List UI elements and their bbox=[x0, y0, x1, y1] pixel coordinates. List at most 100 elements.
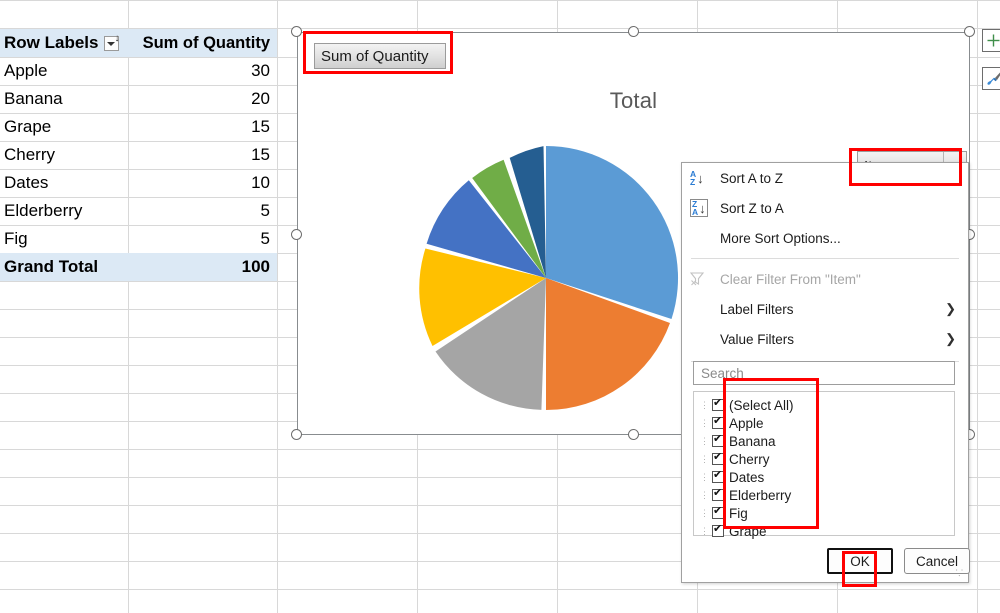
pivot-row-label: Grape bbox=[4, 117, 52, 136]
table-row[interactable]: Grape 15 bbox=[0, 113, 277, 141]
tree-dot-icon: ⋮ bbox=[700, 471, 709, 482]
plus-icon bbox=[987, 34, 1000, 47]
chart-field-button-sum-of-quantity[interactable]: Sum of Quantity bbox=[314, 43, 446, 69]
pivot-row-value: 30 bbox=[251, 61, 270, 80]
tree-dot-icon: ⋮ bbox=[700, 453, 709, 464]
list-item[interactable]: ⋮ Apple bbox=[700, 414, 954, 432]
checkbox[interactable] bbox=[712, 523, 724, 537]
pivot-row-label: Cherry bbox=[4, 145, 56, 164]
tree-dot-icon: ⋮ bbox=[700, 435, 709, 446]
checkbox[interactable] bbox=[712, 433, 724, 447]
table-row[interactable]: Dates 10 bbox=[0, 169, 277, 197]
resize-grip-icon[interactable]: ⸪ bbox=[956, 566, 964, 579]
menu-item-clear-filter: Clear Filter From "Item" bbox=[682, 264, 968, 294]
checkbox[interactable] bbox=[712, 487, 724, 501]
chart-handle-top-center[interactable] bbox=[628, 26, 639, 37]
pivot-table: Row Labels Sum of Quantity Apple 30 Bana… bbox=[0, 29, 277, 281]
pivot-row-label: Banana bbox=[4, 89, 63, 108]
list-item-label: Banana bbox=[729, 433, 776, 449]
pivot-header-value[interactable]: Sum of Quantity bbox=[128, 34, 277, 53]
chart-handle-bottom-left[interactable] bbox=[291, 429, 302, 440]
menu-item-value-filters[interactable]: Value Filters ❯ bbox=[682, 324, 968, 354]
menu-item-sort-a-to-z[interactable]: A Z ↓ Sort A to Z bbox=[682, 163, 968, 193]
list-item[interactable]: ⋮ Grape bbox=[700, 522, 954, 540]
chart-handle-top-left[interactable] bbox=[291, 26, 302, 37]
tree-dot-icon: ⋮ bbox=[700, 417, 709, 428]
pivot-row-value: 5 bbox=[260, 229, 270, 248]
paintbrush-icon bbox=[986, 72, 1000, 85]
ok-button[interactable]: OK bbox=[827, 548, 893, 574]
pivot-grand-total-value: 100 bbox=[241, 257, 270, 276]
checkbox[interactable] bbox=[712, 415, 724, 429]
table-row[interactable]: Elderberry 5 bbox=[0, 197, 277, 225]
no-icon bbox=[690, 329, 716, 349]
list-item[interactable]: ⋮ Dates bbox=[700, 468, 954, 486]
sort-az-icon: A Z ↓ bbox=[690, 169, 704, 187]
search-input[interactable]: Search bbox=[693, 361, 955, 385]
list-item-label: Cherry bbox=[729, 451, 770, 467]
pivot-row-label: Dates bbox=[4, 173, 49, 192]
list-item[interactable]: ⋮ Elderberry bbox=[700, 486, 954, 504]
menu-item-label: Clear Filter From "Item" bbox=[720, 271, 861, 287]
list-item-label: Grape bbox=[729, 523, 767, 539]
chart-handle-middle-left[interactable] bbox=[291, 229, 302, 240]
list-item[interactable]: ⋮ Fig bbox=[700, 504, 954, 522]
chart-title[interactable]: Total bbox=[298, 88, 969, 114]
chart-handle-bottom-center[interactable] bbox=[628, 429, 639, 440]
pivot-header-row-labels[interactable]: Row Labels bbox=[0, 33, 128, 53]
submenu-chevron-icon: ❯ bbox=[945, 301, 956, 316]
list-item[interactable]: ⋮ (Select All) bbox=[700, 396, 954, 414]
list-item-label: (Select All) bbox=[729, 397, 794, 413]
menu-item-more-sort-options[interactable]: More Sort Options... bbox=[682, 223, 968, 253]
list-item-label: Dates bbox=[729, 469, 765, 485]
pivot-row-value: 5 bbox=[260, 201, 270, 220]
checkbox[interactable] bbox=[712, 397, 724, 411]
sort-filter-icon[interactable] bbox=[104, 34, 120, 51]
submenu-chevron-icon: ❯ bbox=[945, 331, 956, 346]
table-row[interactable]: Cherry 15 bbox=[0, 141, 277, 169]
item-filter-dropdown[interactable]: A Z ↓ Sort A to Z Z A ↓ Sort Z to A More Sor… bbox=[681, 162, 970, 583]
pivot-header-row: Row Labels Sum of Quantity bbox=[0, 29, 277, 57]
chart-field-button-sum-label: Sum of Quantity bbox=[321, 47, 429, 65]
menu-item-label: More Sort Options... bbox=[720, 230, 841, 246]
pivot-grand-total-row: Grand Total 100 bbox=[0, 253, 277, 281]
table-row[interactable]: Apple 30 bbox=[0, 57, 277, 85]
table-row[interactable]: Fig 5 bbox=[0, 225, 277, 253]
chart-handle-top-right[interactable] bbox=[964, 26, 975, 37]
pivot-header-row-labels-text: Row Labels bbox=[4, 33, 99, 52]
pivot-row-value: 15 bbox=[251, 117, 270, 136]
list-item-label: Apple bbox=[729, 415, 764, 431]
checkbox[interactable] bbox=[712, 451, 724, 465]
pivot-row-label: Elderberry bbox=[4, 201, 83, 220]
tree-dot-icon: ⋮ bbox=[700, 507, 709, 518]
menu-item-label: Sort A to Z bbox=[720, 170, 784, 186]
chart-elements-button[interactable] bbox=[982, 29, 1000, 52]
filter-checkbox-list[interactable]: ⋮ (Select All) ⋮ Apple ⋮ Banana ⋮ Cherry… bbox=[693, 391, 955, 539]
list-item-label: Fig bbox=[729, 505, 748, 521]
checkbox[interactable] bbox=[712, 505, 724, 519]
tree-dot-icon: ⋮ bbox=[700, 399, 709, 410]
chart-styles-button[interactable] bbox=[982, 67, 1000, 90]
list-item[interactable]: ⋮ Cherry bbox=[700, 450, 954, 468]
pivot-row-label: Apple bbox=[4, 61, 48, 80]
list-item-label: Elderberry bbox=[729, 487, 792, 503]
menu-separator bbox=[691, 258, 959, 259]
no-icon bbox=[690, 228, 716, 248]
pivot-grand-total-label: Grand Total bbox=[4, 257, 99, 276]
list-item[interactable]: ⋮ Banana bbox=[700, 432, 954, 450]
menu-item-label-filters[interactable]: Label Filters ❯ bbox=[682, 294, 968, 324]
excel-worksheet: Row Labels Sum of Quantity Apple 30 Bana… bbox=[0, 0, 1000, 613]
no-icon bbox=[690, 299, 716, 319]
sort-za-icon: Z A ↓ bbox=[690, 199, 708, 217]
pivot-row-value: 10 bbox=[251, 173, 270, 192]
pie-svg bbox=[419, 146, 679, 410]
pie-chart-plot-area[interactable] bbox=[406, 138, 686, 418]
search-placeholder: Search bbox=[701, 365, 744, 381]
menu-item-sort-z-to-a[interactable]: Z A ↓ Sort Z to A bbox=[682, 193, 968, 223]
pivot-row-label: Fig bbox=[4, 229, 28, 248]
table-row[interactable]: Banana 20 bbox=[0, 85, 277, 113]
clear-filter-icon bbox=[690, 269, 716, 289]
checkbox[interactable] bbox=[712, 469, 724, 483]
menu-item-label: Value Filters bbox=[720, 331, 795, 347]
menu-item-label: Sort Z to A bbox=[720, 200, 784, 216]
